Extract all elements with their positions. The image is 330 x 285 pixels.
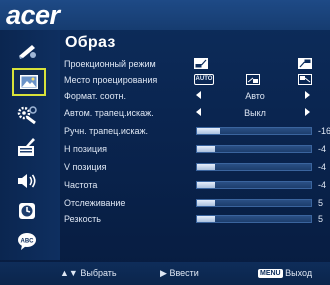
auto-keystone-next-arrow[interactable] xyxy=(305,108,310,116)
tracking-fill xyxy=(197,200,216,206)
menu-sidebar: ABC xyxy=(0,30,60,260)
v-position-label: V позиция xyxy=(64,162,107,172)
brand-bar: acer xyxy=(0,0,330,30)
manual-keystone-value: -16 xyxy=(318,126,330,136)
frequency-label: Частота xyxy=(64,180,98,190)
desktop-location-icon[interactable] xyxy=(246,74,260,85)
exit-label: Выход xyxy=(285,268,313,278)
tracking-slider[interactable] xyxy=(196,199,312,207)
sharpness-fill xyxy=(197,216,216,222)
tracking-label: Отслеживание xyxy=(64,198,126,208)
aspect-ratio-next-arrow[interactable] xyxy=(305,91,310,99)
h-position-value: -4 xyxy=(318,144,327,154)
menu-key-badge: MENU xyxy=(258,269,283,278)
h-position-label: Н позиция xyxy=(64,144,107,154)
sharpness-row[interactable]: Резкость 5 xyxy=(62,212,330,227)
v-position-slider[interactable] xyxy=(196,163,312,171)
sharpness-value: 5 xyxy=(318,214,324,224)
v-position-fill xyxy=(197,164,216,170)
auto-keystone-value: Выкл xyxy=(244,108,266,118)
exit-hint: MENU Выход xyxy=(258,268,312,278)
frequency-value: -4 xyxy=(318,180,327,190)
select-hint: ▲▼ Выбрать xyxy=(60,268,117,278)
audio-icon[interactable] xyxy=(10,168,44,194)
h-position-fill xyxy=(197,146,216,152)
manual-keystone-slider[interactable] xyxy=(196,127,312,135)
aspect-ratio-row[interactable]: Формат. соотн. Авто xyxy=(62,89,330,104)
frequency-fill xyxy=(197,182,216,188)
timer-icon[interactable] xyxy=(10,198,44,224)
settings-icon[interactable] xyxy=(10,134,44,160)
enter-hint: ▶ Ввести xyxy=(160,268,199,279)
projection-mode-row[interactable]: Проекционный режим xyxy=(62,57,330,72)
sharpness-label: Резкость xyxy=(64,214,101,224)
front-projection-icon[interactable] xyxy=(194,58,208,69)
language-icon[interactable]: ABC xyxy=(10,228,44,254)
aspect-ratio-prev-arrow[interactable] xyxy=(196,91,201,99)
v-position-row[interactable]: V позиция -4 xyxy=(62,160,330,175)
select-label: Выбрать xyxy=(80,268,117,278)
auto-keystone-row[interactable]: Автом. трапец.искаж. Выкл xyxy=(62,106,330,121)
enter-label: Ввести xyxy=(169,268,199,278)
right-arrow-icon: ▶ xyxy=(160,268,167,278)
color-icon[interactable] xyxy=(10,38,44,64)
v-position-value: -4 xyxy=(318,162,327,172)
auto-keystone-label: Автом. трапец.искаж. xyxy=(64,108,154,118)
tracking-row[interactable]: Отслеживание 5 xyxy=(62,196,330,211)
menu-title: Образ xyxy=(65,34,116,51)
h-position-row[interactable]: Н позиция -4 xyxy=(62,142,330,157)
projection-mode-label: Проекционный режим xyxy=(64,59,156,69)
acer-logo: acer xyxy=(6,0,60,30)
auto-location-option[interactable]: AUTO xyxy=(194,74,214,85)
svg-text:ABC: ABC xyxy=(21,239,35,245)
rear-projection-icon[interactable] xyxy=(298,58,312,69)
manual-keystone-label: Ручн. трапец.искаж. xyxy=(64,126,149,136)
h-position-slider[interactable] xyxy=(196,145,312,153)
aspect-ratio-label: Формат. соотн. xyxy=(64,91,126,101)
footer-hint-bar: ▲▼ Выбрать ▶ Ввести MENU Выход xyxy=(0,262,330,285)
projection-location-row[interactable]: Место проецирования AUTO xyxy=(62,73,330,88)
tracking-value: 5 xyxy=(318,198,324,208)
frequency-row[interactable]: Частота -4 xyxy=(62,178,330,193)
sharpness-slider[interactable] xyxy=(196,215,312,223)
aspect-ratio-value: Авто xyxy=(245,91,265,101)
manual-keystone-row[interactable]: Ручн. трапец.искаж. -16 xyxy=(62,124,330,139)
projection-location-label: Место проецирования xyxy=(64,75,158,85)
manual-keystone-fill xyxy=(197,128,220,134)
projector-osd-menu: acer ABC Образ Проекционный режим Место … xyxy=(0,0,330,285)
ceiling-location-icon[interactable] xyxy=(298,74,312,85)
image-icon[interactable] xyxy=(12,68,46,96)
up-down-arrows-icon: ▲▼ xyxy=(60,268,78,278)
frequency-slider[interactable] xyxy=(196,181,312,189)
auto-keystone-prev-arrow[interactable] xyxy=(196,108,201,116)
management-icon[interactable] xyxy=(10,102,44,128)
